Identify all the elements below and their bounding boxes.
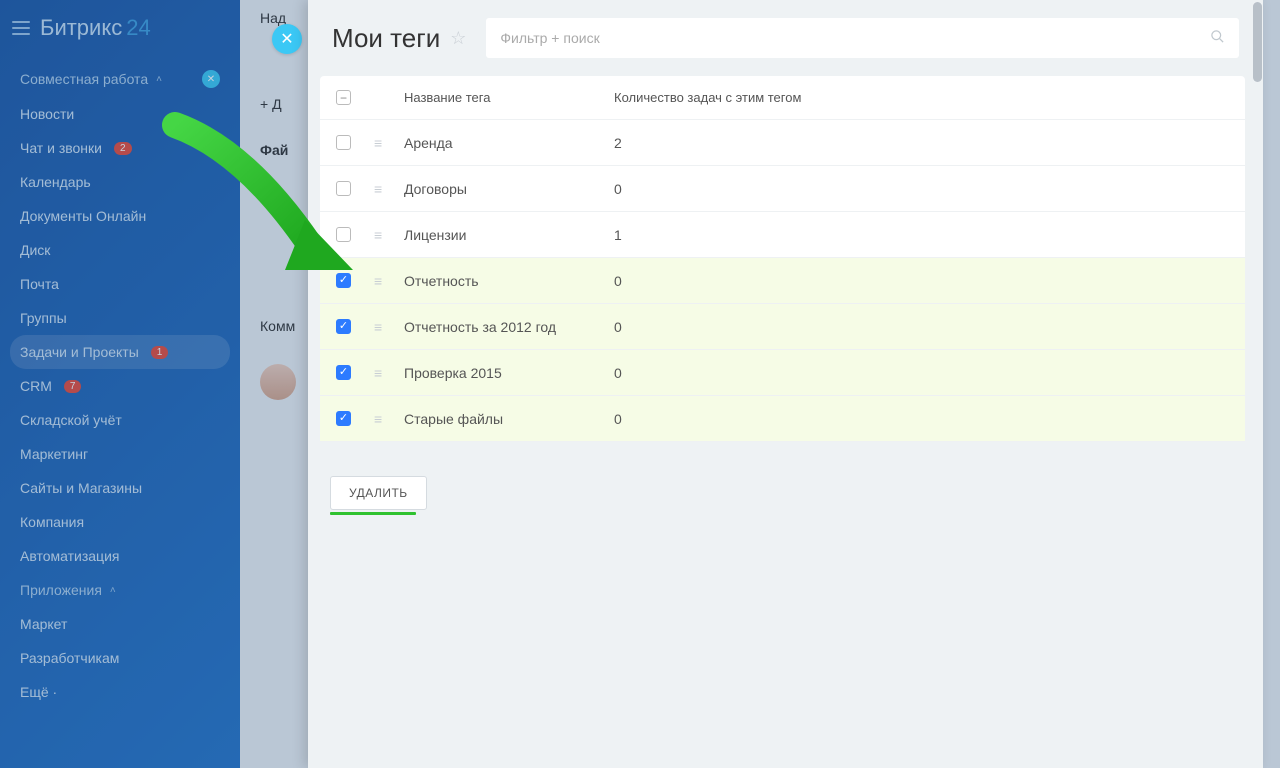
table-row[interactable]: ≡Проверка 20150	[320, 350, 1245, 396]
column-count[interactable]: Количество задач с этим тегом	[614, 90, 1235, 105]
drag-handle-icon[interactable]: ≡	[374, 227, 404, 243]
tag-name: Договоры	[404, 181, 614, 197]
tag-count: 2	[614, 135, 1235, 151]
modal-close-button[interactable]: ✕	[272, 24, 302, 54]
modal-actions: УДАЛИТЬ	[308, 458, 1263, 535]
close-icon: ✕	[280, 29, 293, 49]
row-checkbox[interactable]	[336, 135, 351, 150]
search-input[interactable]	[500, 30, 1210, 46]
tag-name: Проверка 2015	[404, 365, 614, 381]
drag-handle-icon[interactable]: ≡	[374, 411, 404, 427]
table-row[interactable]: ≡Аренда2	[320, 120, 1245, 166]
tag-name: Отчетность за 2012 год	[404, 319, 614, 335]
tag-count: 1	[614, 227, 1235, 243]
table-row[interactable]: ≡Отчетность0	[320, 258, 1245, 304]
highlight-underline	[330, 512, 416, 515]
tag-name: Отчетность	[404, 273, 614, 289]
favorite-star-icon[interactable]: ☆	[450, 28, 466, 49]
tag-count: 0	[614, 273, 1235, 289]
column-name[interactable]: Название тега	[404, 90, 614, 105]
scrollbar[interactable]	[1253, 2, 1262, 82]
tag-count: 0	[614, 365, 1235, 381]
tag-name: Аренда	[404, 135, 614, 151]
delete-button[interactable]: УДАЛИТЬ	[330, 476, 427, 510]
tags-modal: Мои теги ☆ Название тега Количество зада…	[308, 0, 1263, 768]
tag-count: 0	[614, 181, 1235, 197]
drag-handle-icon[interactable]: ≡	[374, 273, 404, 289]
tag-name: Старые файлы	[404, 411, 614, 427]
drag-handle-icon[interactable]: ≡	[374, 135, 404, 151]
row-checkbox[interactable]	[336, 365, 351, 380]
table-row[interactable]: ≡Старые файлы0	[320, 396, 1245, 442]
select-all-checkbox[interactable]	[336, 90, 351, 105]
search-icon[interactable]	[1210, 29, 1225, 48]
table-header: Название тега Количество задач с этим те…	[320, 76, 1245, 120]
modal-title-text: Мои теги	[332, 23, 440, 54]
drag-handle-icon[interactable]: ≡	[374, 319, 404, 335]
modal-title: Мои теги ☆	[332, 23, 466, 54]
row-checkbox[interactable]	[336, 227, 351, 242]
table-row[interactable]: ≡Договоры0	[320, 166, 1245, 212]
row-checkbox[interactable]	[336, 411, 351, 426]
tag-count: 0	[614, 411, 1235, 427]
drag-handle-icon[interactable]: ≡	[374, 181, 404, 197]
tags-table: Название тега Количество задач с этим те…	[320, 76, 1245, 442]
modal-header: Мои теги ☆	[308, 0, 1263, 76]
table-row[interactable]: ≡Лицензии1	[320, 212, 1245, 258]
row-checkbox[interactable]	[336, 319, 351, 334]
row-checkbox[interactable]	[336, 181, 351, 196]
tag-name: Лицензии	[404, 227, 614, 243]
table-row[interactable]: ≡Отчетность за 2012 год0	[320, 304, 1245, 350]
drag-handle-icon[interactable]: ≡	[374, 365, 404, 381]
row-checkbox[interactable]	[336, 273, 351, 288]
tag-count: 0	[614, 319, 1235, 335]
search-box[interactable]	[486, 18, 1239, 58]
